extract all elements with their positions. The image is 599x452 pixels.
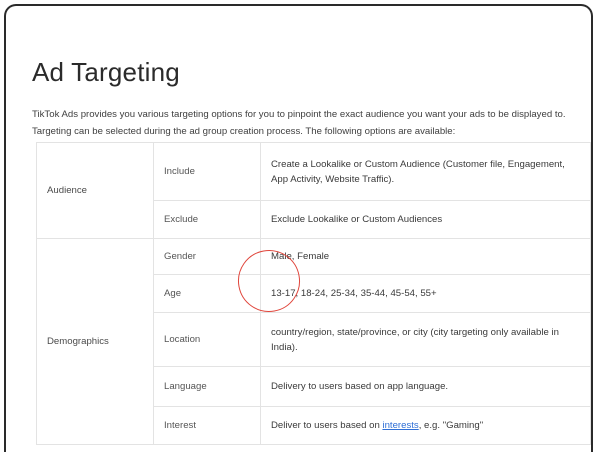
description-cell-age: 13-17, 18-24, 25-34, 35-44, 45-54, 55+: [260, 274, 591, 313]
table-row: Audience Include Create a Lookalike or C…: [36, 142, 591, 239]
option-cell-age: Age: [153, 274, 261, 313]
option-cell-gender: Gender: [153, 238, 261, 275]
screenshot-frame: Ad Targeting TikTok Ads provides you var…: [4, 4, 593, 452]
intro-paragraph: TikTok Ads provides you various targetin…: [32, 108, 566, 137]
option-cell-location: Location: [153, 312, 261, 367]
interest-text-after: , e.g. "Gaming": [418, 420, 484, 431]
option-cell-interest: Interest: [153, 406, 261, 445]
targeting-table: Audience Include Create a Lookalike or C…: [36, 142, 591, 445]
interest-text-before: Deliver to users based on: [271, 420, 383, 431]
option-cell-include: Include: [153, 142, 261, 201]
category-cell-demographics: Demographics: [36, 238, 154, 445]
page-title: Ad Targeting: [32, 57, 180, 88]
option-cell-language: Language: [153, 366, 261, 407]
option-cell-exclude: Exclude: [153, 200, 261, 239]
description-cell-interest: Deliver to users based on interests, e.g…: [260, 406, 591, 445]
description-cell-exclude: Exclude Lookalike or Custom Audiences: [260, 200, 591, 239]
description-cell-language: Delivery to users based on app language.: [260, 366, 591, 407]
description-cell-include: Create a Lookalike or Custom Audience (C…: [260, 142, 591, 201]
table-row: Demographics Gender Male, Female: [36, 238, 591, 445]
description-cell-gender: Male, Female: [260, 238, 591, 275]
category-cell-audience: Audience: [36, 142, 154, 239]
description-cell-location: country/region, state/province, or city …: [260, 312, 591, 367]
interests-link[interactable]: interests: [382, 420, 418, 431]
